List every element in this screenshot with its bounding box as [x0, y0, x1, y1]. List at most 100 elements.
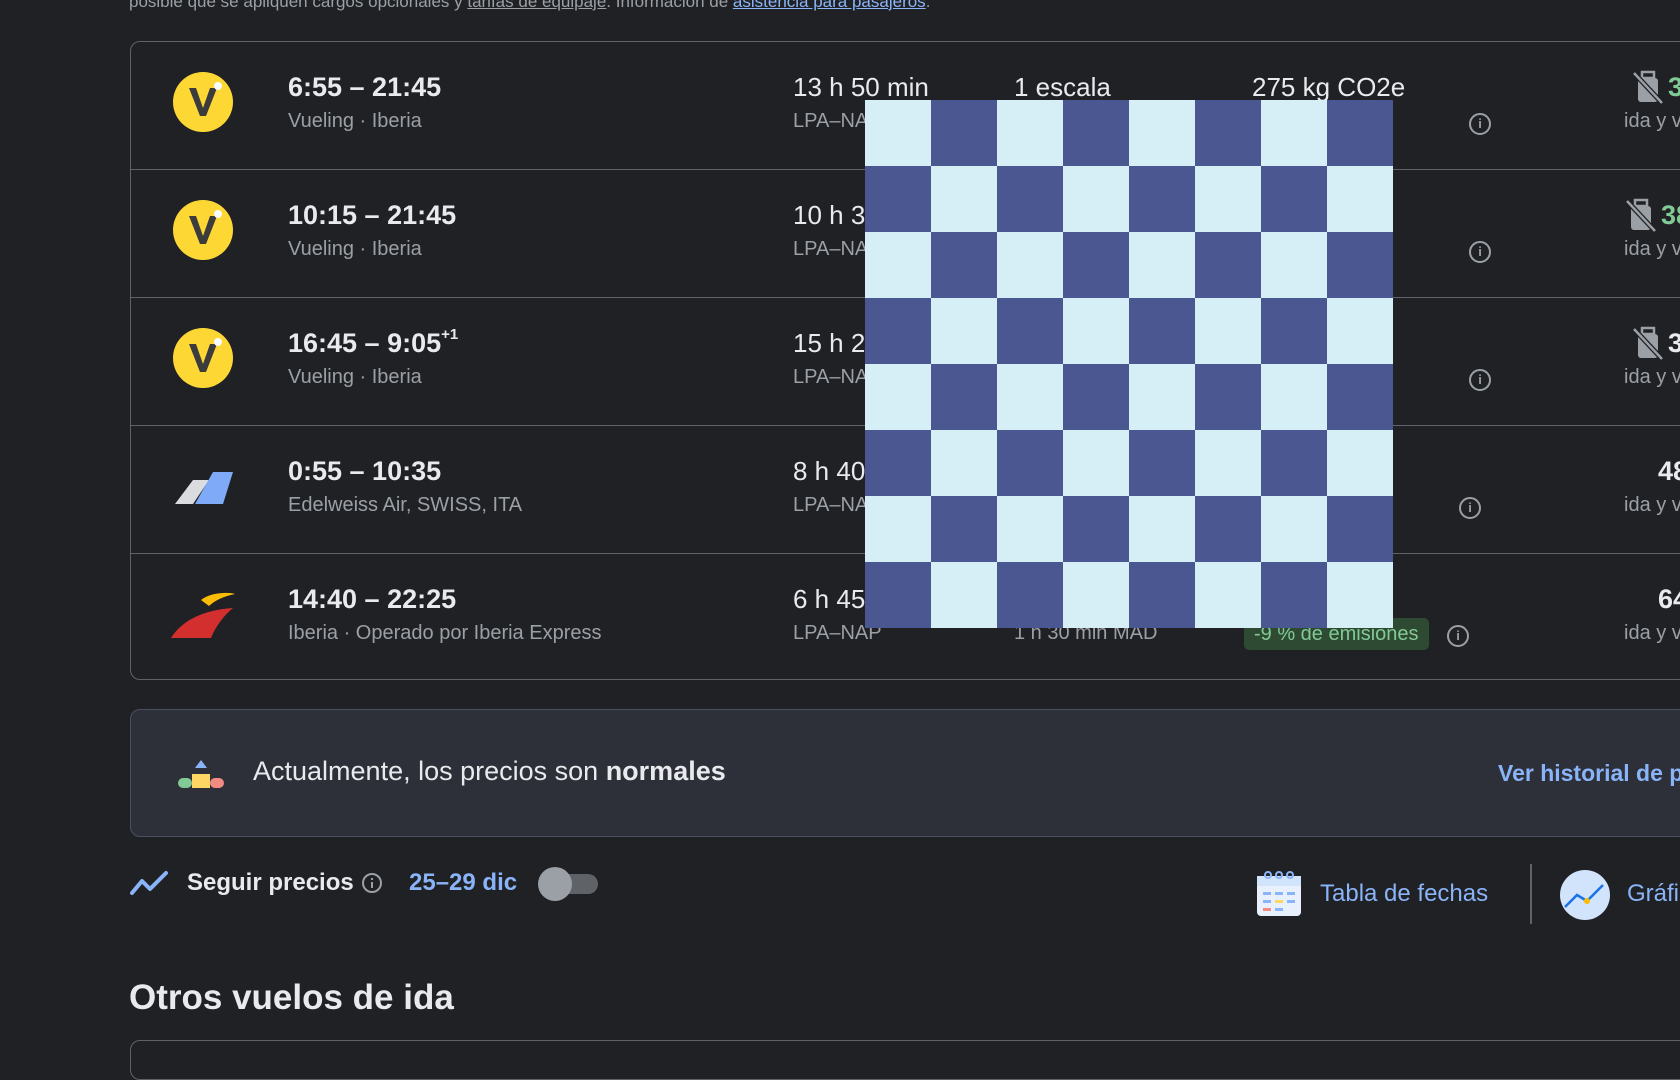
- checker-cell: [1195, 232, 1261, 298]
- checker-cell: [1327, 562, 1393, 628]
- checker-cell: [1195, 166, 1261, 232]
- other-flights-card: [130, 1040, 1680, 1080]
- checker-cell: [997, 298, 1063, 364]
- disclaimer-text: posible que se apliquen cargos opcionale…: [129, 0, 930, 12]
- flight-times: 14:40 – 22:25: [288, 584, 456, 615]
- emissions-value: 275 kg CO2e: [1252, 72, 1406, 102]
- passenger-assistance-link[interactable]: asistencia para pasajeros: [733, 0, 926, 11]
- checker-cell: [865, 100, 931, 166]
- no-carry-on-bag-icon: [1632, 70, 1664, 105]
- checker-cell: [1063, 430, 1129, 496]
- checker-cell: [1327, 496, 1393, 562]
- checker-cell: [1327, 166, 1393, 232]
- track-prices-label: Seguir precios: [187, 869, 354, 896]
- flight-times: 16:45 – 9:05+1: [288, 326, 459, 359]
- price-insight-level: normales: [605, 756, 726, 786]
- checker-cell: [1261, 298, 1327, 364]
- checker-cell: [1129, 166, 1195, 232]
- price-type-label: ida y v: [1624, 366, 1680, 388]
- disclaimer-middle: . Información de: [606, 0, 733, 11]
- flight-price: 38: [1661, 200, 1680, 230]
- vueling-logo-icon: [173, 200, 233, 260]
- flight-duration: 15 h 2: [793, 328, 866, 358]
- flight-duration: 8 h 40: [793, 456, 866, 486]
- checker-cell: [931, 562, 997, 628]
- checker-cell: [931, 364, 997, 430]
- times-text: 6:55 – 21:45: [288, 72, 442, 102]
- checker-cell: [865, 166, 931, 232]
- day-offset: +1: [441, 326, 459, 343]
- price-type-label: ida y v: [1624, 622, 1680, 644]
- calendar-icon[interactable]: [1256, 870, 1302, 918]
- checker-cell: [1327, 298, 1393, 364]
- track-prices-toggle[interactable]: [538, 867, 600, 901]
- emissions-info-icon[interactable]: i: [1469, 369, 1491, 391]
- baggage-fees-link[interactable]: tarifas de equipaje: [467, 0, 606, 11]
- flight-duration: 6 h 45: [793, 584, 866, 614]
- flight-duration: 13 h 50 min: [793, 72, 929, 102]
- checker-cell: [997, 232, 1063, 298]
- checker-cell: [931, 496, 997, 562]
- checker-cell: [1261, 166, 1327, 232]
- checker-cell: [931, 298, 997, 364]
- checker-cell: [997, 496, 1063, 562]
- emissions-info-icon[interactable]: i: [1459, 497, 1481, 519]
- flight-route: LPA–NA: [793, 494, 869, 516]
- checker-cell: [1261, 364, 1327, 430]
- iberia-logo-icon: [171, 592, 235, 638]
- checker-cell: [1063, 232, 1129, 298]
- checker-cell: [1063, 496, 1129, 562]
- airline-name: Vueling · Iberia: [288, 238, 422, 260]
- emissions-info-icon[interactable]: i: [1469, 113, 1491, 135]
- checker-cell: [865, 364, 931, 430]
- checker-cell: [1327, 100, 1393, 166]
- flight-times: 0:55 – 10:35: [288, 456, 441, 487]
- checker-cell: [1195, 496, 1261, 562]
- checker-cell: [997, 430, 1063, 496]
- airline-name: Vueling · Iberia: [288, 366, 422, 388]
- price-insight-card: Actualmente, los precios son normales Ve…: [130, 709, 1680, 837]
- price-type-label: ida y v: [1624, 238, 1680, 260]
- flight-price: 3: [1668, 328, 1680, 358]
- checker-cell: [1129, 562, 1195, 628]
- disclaimer-after: .: [925, 0, 931, 11]
- checker-cell: [865, 562, 931, 628]
- checker-cell: [865, 430, 931, 496]
- times-text: 14:40 – 22:25: [288, 584, 457, 614]
- emissions-info-icon[interactable]: i: [1469, 241, 1491, 263]
- checker-cell: [1195, 430, 1261, 496]
- flight-duration: 10 h 3: [793, 200, 866, 230]
- price-insight-text: Actualmente, los precios son normales: [253, 756, 726, 787]
- vueling-logo-icon: [173, 72, 233, 132]
- price-history-link[interactable]: Ver historial de p: [1498, 760, 1680, 787]
- price-type-label: ida y v: [1624, 494, 1680, 516]
- flight-price: 64: [1658, 584, 1680, 614]
- checkerboard-overlay: [865, 100, 1393, 628]
- times-text: 16:45 – 9:05: [288, 328, 442, 358]
- checker-cell: [1129, 430, 1195, 496]
- info-icon[interactable]: [362, 873, 382, 893]
- airline-name: Vueling · Iberia: [288, 110, 422, 132]
- disclaimer-before: posible que se apliquen cargos opcionale…: [129, 0, 468, 11]
- emissions-info-icon[interactable]: i: [1447, 625, 1469, 647]
- checker-cell: [865, 496, 931, 562]
- checker-cell: [1261, 100, 1327, 166]
- no-bag-icon-wrap: [1624, 198, 1658, 234]
- no-bag-icon-wrap: [1631, 326, 1665, 362]
- airline-name: Edelweiss Air, SWISS, ITA: [288, 494, 523, 516]
- price-graph-button[interactable]: Gráfi: [1627, 880, 1679, 908]
- vueling-logo-icon: [173, 328, 233, 388]
- checker-cell: [1327, 232, 1393, 298]
- date-grid-button[interactable]: Tabla de fechas: [1320, 880, 1488, 908]
- toggle-knob: [538, 867, 572, 901]
- checker-cell: [931, 430, 997, 496]
- trend-icon: [130, 871, 168, 895]
- checker-cell: [865, 232, 931, 298]
- no-bag-icon-wrap: [1631, 70, 1665, 106]
- flight-times: 6:55 – 21:45: [288, 72, 441, 103]
- other-flights-title: Otros vuelos de ida: [129, 978, 454, 1017]
- price-graph-icon[interactable]: [1559, 869, 1611, 921]
- flight-stops: 1 escala: [1014, 72, 1111, 102]
- checker-cell: [1129, 232, 1195, 298]
- no-carry-on-bag-icon: [1632, 326, 1664, 361]
